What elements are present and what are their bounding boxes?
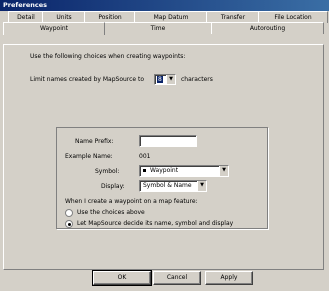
intro-text: Use the following choices when creating … — [30, 53, 186, 60]
tab-label: Position — [98, 14, 122, 21]
tab-label: Autorouting — [249, 25, 286, 32]
waypoint-panel: Use the following choices when creating … — [3, 44, 324, 270]
chevron-down-icon[interactable]: ▼ — [197, 181, 206, 191]
tab-label: Detail — [17, 14, 35, 21]
radio-use-choices[interactable] — [65, 209, 73, 217]
tab-label: Map Datum — [153, 14, 189, 21]
chevron-down-icon[interactable]: ▼ — [219, 166, 228, 176]
display-value: Symbol & Name — [143, 182, 192, 189]
tab-waypoint[interactable]: Waypoint — [3, 22, 105, 35]
preferences-dialog: Detail Units Position Map Datum Transfer… — [0, 11, 329, 291]
waypoint-symbol-icon — [143, 169, 146, 172]
tab-time[interactable]: Time — [103, 22, 213, 34]
chevron-down-icon[interactable]: ▼ — [166, 75, 175, 84]
display-label: Display: — [101, 183, 125, 190]
radio-mapsource-decide[interactable] — [65, 220, 73, 228]
display-select[interactable]: Symbol & Name ▼ — [139, 180, 207, 192]
name-prefix-label: Name Prefix: — [75, 138, 114, 145]
radio-mapsource-decide-label[interactable]: Let MapSource decide its name, symbol an… — [77, 220, 233, 227]
window-title: Preferences — [3, 1, 47, 9]
radio-use-choices-label[interactable]: Use the choices above — [77, 209, 145, 216]
example-name-label: Example Name: — [65, 153, 113, 160]
ok-button[interactable]: OK — [92, 270, 152, 286]
symbol-select[interactable]: Waypoint ▼ — [139, 165, 229, 177]
limit-prefix-label: Limit names created by MapSource to — [30, 76, 145, 83]
feature-label: When I create a waypoint on a map featur… — [65, 198, 198, 205]
tab-autorouting[interactable]: Autorouting — [211, 22, 324, 34]
name-prefix-input[interactable] — [139, 135, 197, 147]
symbol-label: Symbol: — [95, 168, 120, 175]
limit-value: 8 — [157, 76, 163, 83]
tab-label: Time — [150, 25, 166, 32]
cancel-button[interactable]: Cancel — [153, 271, 201, 285]
apply-button[interactable]: Apply — [205, 271, 253, 285]
title-bar: Preferences — [0, 0, 329, 11]
symbol-value: Waypoint — [150, 167, 179, 174]
limit-suffix-label: characters — [181, 76, 213, 83]
example-name-value: 001 — [139, 153, 151, 160]
tab-label: File Location — [274, 14, 312, 21]
limit-characters-select[interactable]: 8 ▼ — [154, 74, 176, 85]
waypoint-options-group: Name Prefix: Example Name: 001 Symbol: W… — [56, 127, 268, 229]
tab-label: Transfer — [220, 14, 246, 21]
tab-label: Waypoint — [39, 25, 69, 32]
tab-label: Units — [56, 14, 72, 21]
symbol-selected: Waypoint — [143, 167, 178, 174]
